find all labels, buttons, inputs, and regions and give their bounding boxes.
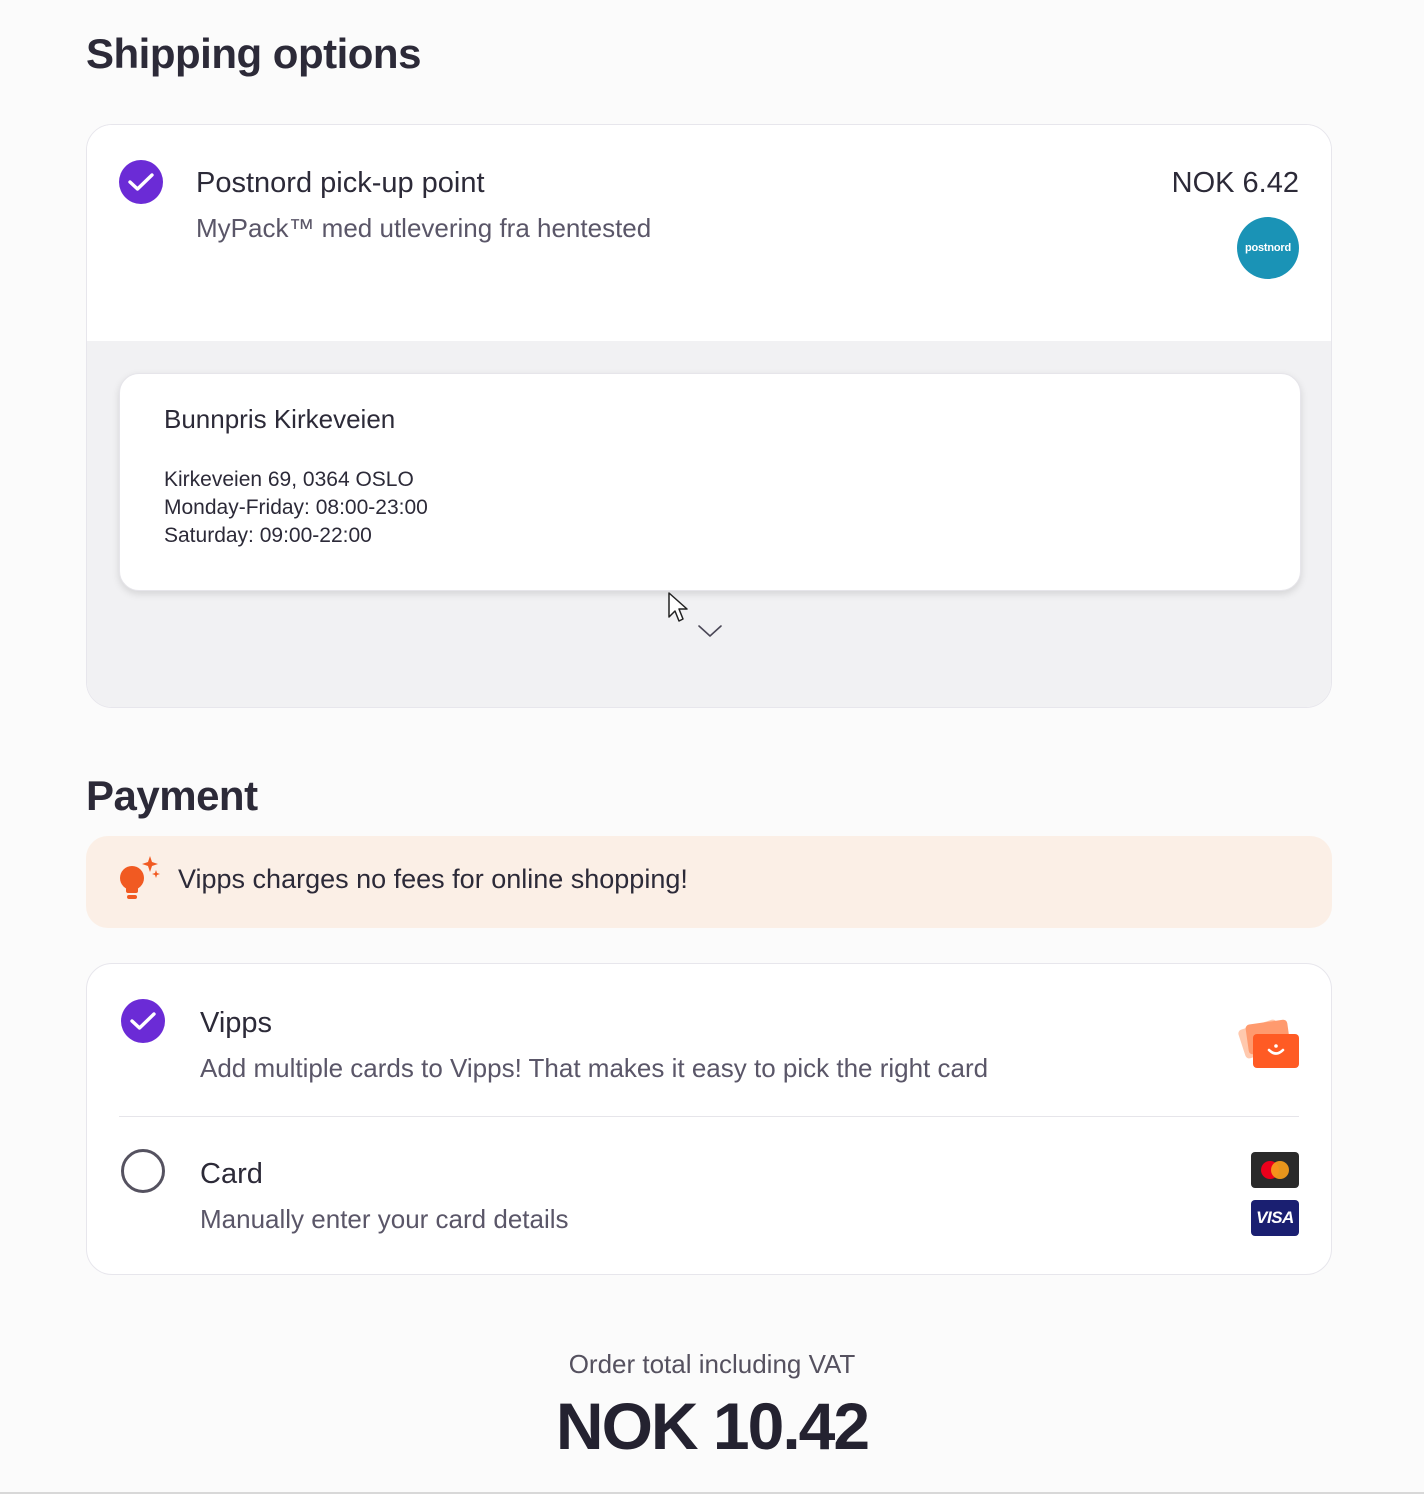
checkout-page: Shipping options Postnord pick-up point … — [0, 0, 1424, 1494]
shipping-option-subtitle: MyPack™ med utlevering fra hentested — [196, 213, 652, 243]
order-total-amount: NOK 10.42 — [555, 1389, 870, 1463]
payment-tip-banner: Vipps charges no fees for online shoppin… — [86, 836, 1332, 928]
shipping-heading: Shipping options — [86, 30, 421, 77]
mastercard-icon — [1251, 1152, 1299, 1188]
mouse-cursor-icon — [668, 592, 688, 622]
pickup-point-name: Bunnpris Kirkeveien — [164, 404, 396, 434]
payment-divider — [119, 1116, 1299, 1117]
pickup-point-card[interactable]: Bunnpris Kirkeveien Kirkeveien 69, 0364 … — [119, 373, 1301, 591]
postnord-logo-icon: postnord — [1237, 217, 1299, 279]
radio-unselected-icon[interactable] — [121, 1149, 165, 1193]
payment-option-title-card: Card — [200, 1158, 263, 1190]
shipping-price: NOK 6.42 — [1171, 167, 1299, 199]
pickup-point-address: Kirkeveien 69, 0364 OSLO — [164, 468, 414, 491]
payment-heading: Payment — [86, 772, 258, 819]
visa-icon: VISA — [1251, 1200, 1299, 1236]
pickup-point-hours-weekdays: Monday-Friday: 08:00-23:00 — [164, 496, 428, 519]
chevron-down-icon[interactable] — [697, 623, 723, 639]
order-total-label: Order total including VAT — [568, 1349, 856, 1379]
lightbulb-icon — [120, 856, 160, 899]
payment-tip-text: Vipps charges no fees for online shoppin… — [178, 864, 688, 894]
payment-option-subtitle-card: Manually enter your card details — [200, 1204, 569, 1234]
shipping-option-header[interactable]: Postnord pick-up point MyPack™ med utlev… — [87, 125, 1331, 341]
selected-check-icon[interactable] — [121, 999, 165, 1043]
payment-option-subtitle-vipps: Add multiple cards to Vipps! That makes … — [200, 1053, 989, 1083]
shipping-option-card[interactable]: Postnord pick-up point MyPack™ med utlev… — [86, 124, 1332, 708]
payment-option-title-vipps: Vipps — [200, 1007, 273, 1039]
shipping-option-title: Postnord pick-up point — [196, 167, 485, 199]
payment-options-card: Vipps Add multiple cards to Vipps! That … — [86, 963, 1332, 1275]
selected-check-icon[interactable] — [119, 160, 163, 204]
pickup-point-hours-saturday: Saturday: 09:00-22:00 — [164, 524, 372, 547]
vipps-logo-icon — [1238, 1019, 1299, 1068]
